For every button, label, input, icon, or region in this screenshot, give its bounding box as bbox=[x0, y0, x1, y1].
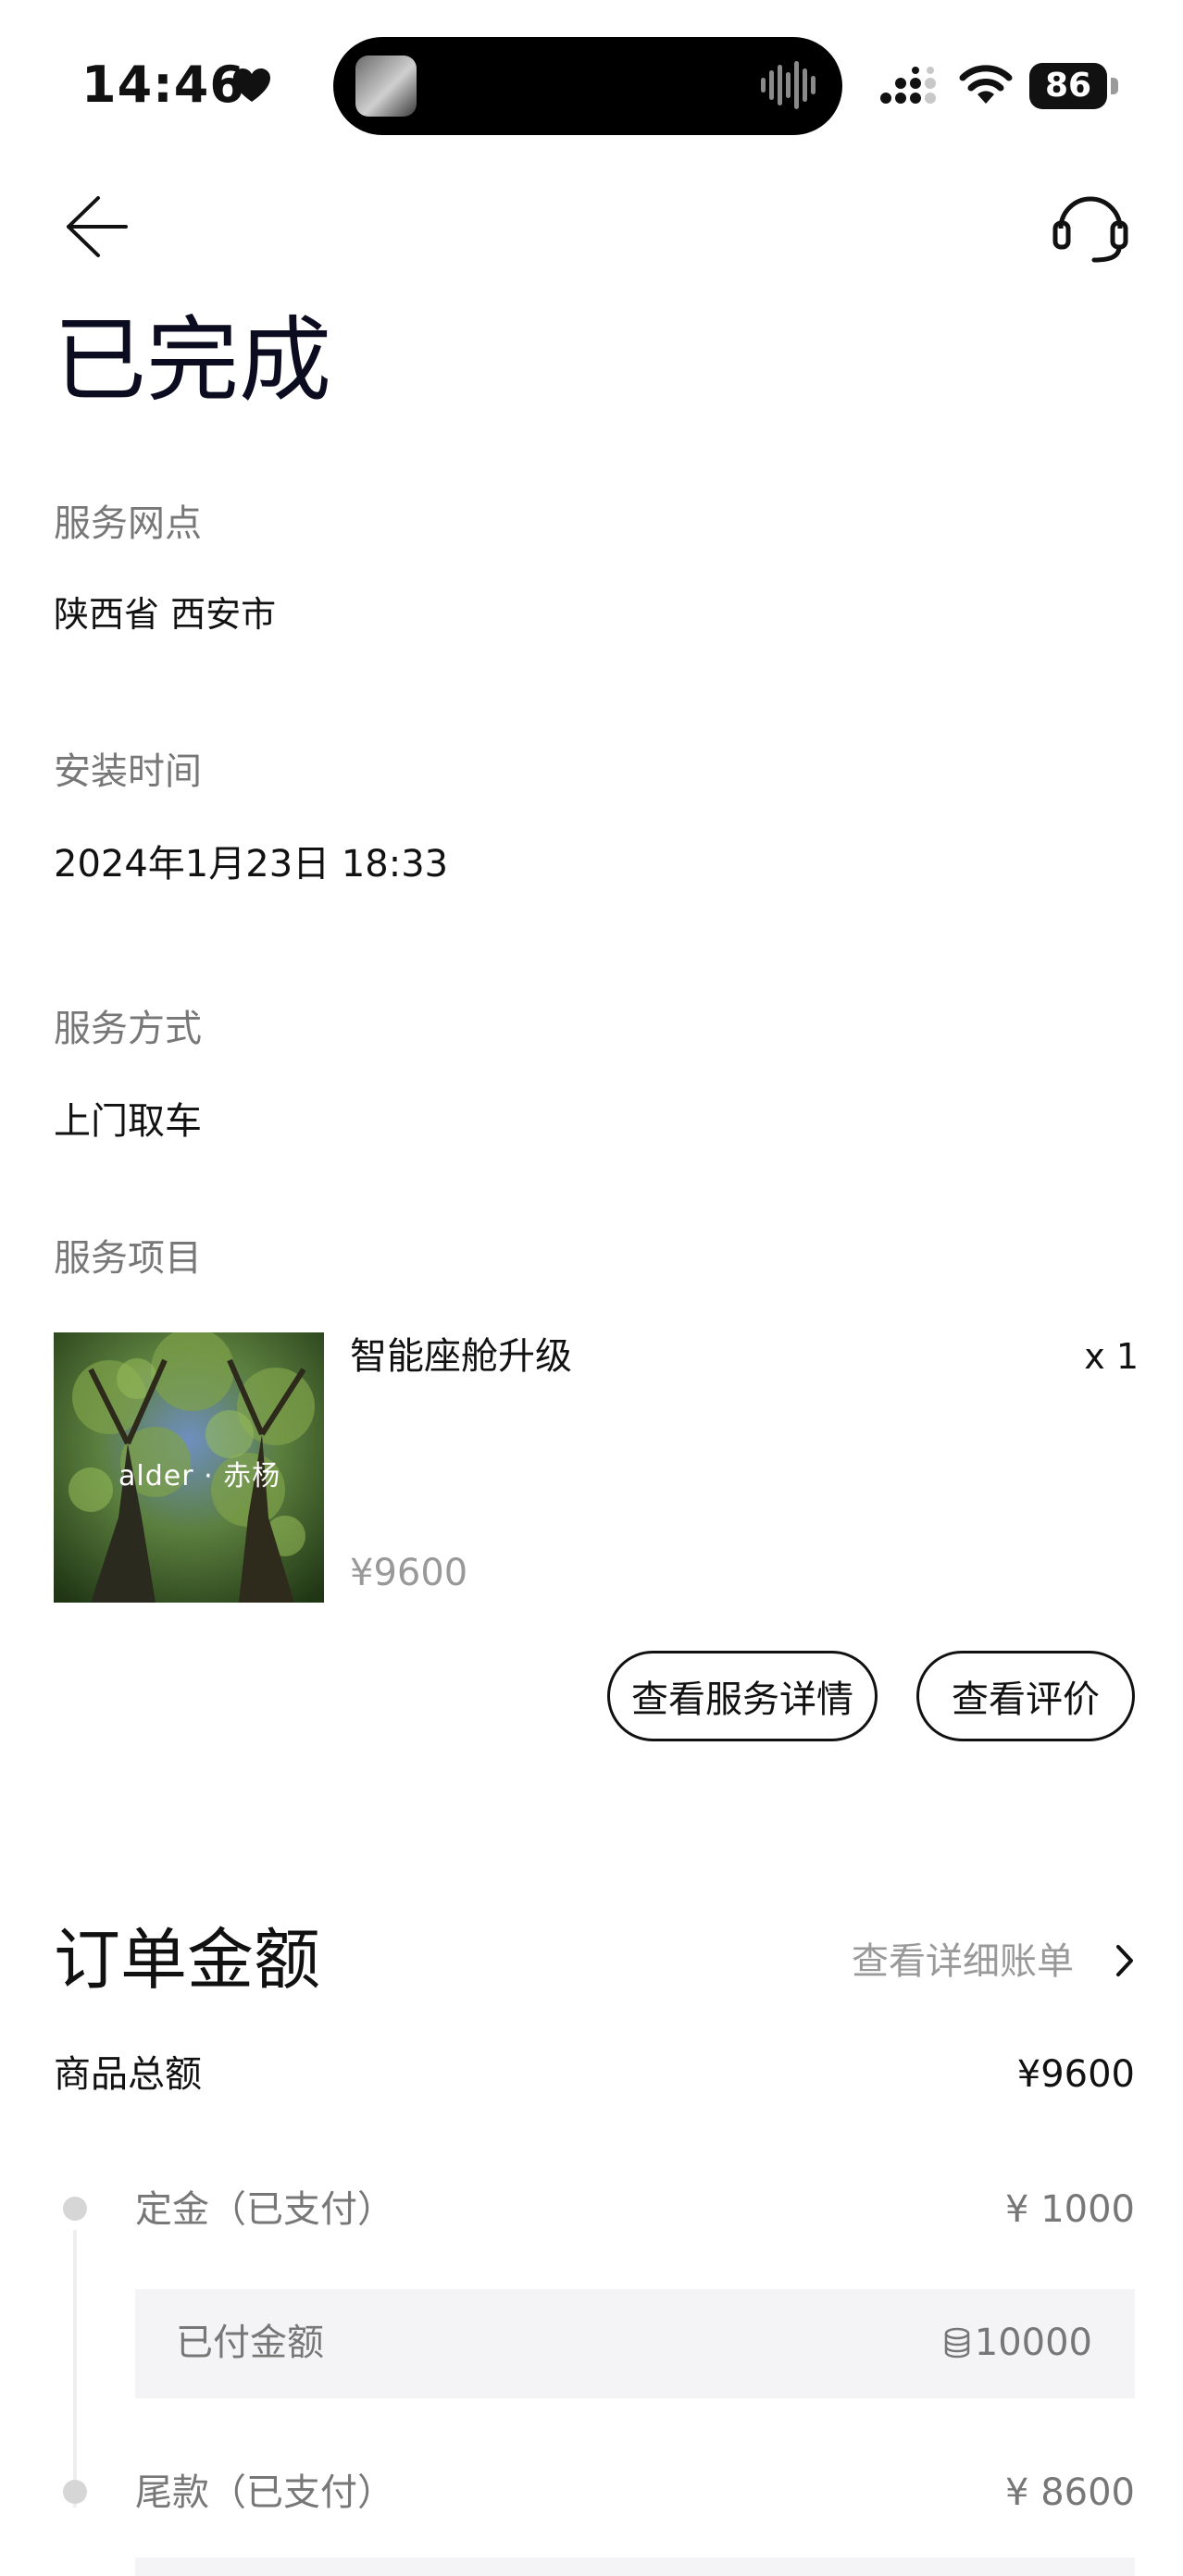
install-time-label: 安装时间 bbox=[54, 750, 202, 793]
goods-total-label: 商品总额 bbox=[54, 2053, 202, 2096]
coin-stack-icon bbox=[944, 2327, 969, 2359]
install-time-value: 2024年1月23日 18:33 bbox=[54, 843, 449, 886]
final-payment-detail-box bbox=[135, 2557, 1135, 2576]
headset-support-icon[interactable] bbox=[1046, 180, 1134, 268]
battery-level: 86 bbox=[1029, 63, 1107, 109]
chevron-right-icon[interactable] bbox=[1111, 1936, 1139, 1986]
service-items-label: 服务项目 bbox=[54, 1237, 202, 1280]
audio-wave-icon bbox=[761, 61, 816, 109]
wifi-icon bbox=[959, 65, 1013, 104]
page-title: 已完成 bbox=[54, 306, 331, 415]
service-item-image[interactable]: alder · 赤杨 bbox=[54, 1332, 324, 1603]
order-amount-title: 订单金额 bbox=[54, 1921, 321, 1999]
view-review-button[interactable]: 查看评价 bbox=[916, 1651, 1135, 1741]
view-bill-link[interactable]: 查看详细账单 bbox=[852, 1936, 1074, 1988]
service-item-price: ¥9600 bbox=[350, 1552, 468, 1594]
paid-amount-label: 已付金额 bbox=[176, 2322, 324, 2364]
deposit-label: 定金（已支付） bbox=[135, 2188, 394, 2231]
final-payment-value: ¥ 8600 bbox=[1005, 2471, 1135, 2514]
now-playing-thumbnail[interactable] bbox=[355, 56, 417, 117]
service-method-label: 服务方式 bbox=[54, 1008, 202, 1050]
service-item-quantity: x 1 bbox=[1084, 1336, 1139, 1377]
battery-icon: 86 bbox=[1029, 63, 1118, 109]
service-outlet-value: 陕西省 西安市 bbox=[54, 594, 277, 635]
service-method-value: 上门取车 bbox=[54, 1100, 202, 1143]
timeline-dot bbox=[63, 2480, 87, 2504]
timeline-dot bbox=[63, 2197, 87, 2221]
back-arrow-icon[interactable] bbox=[56, 185, 139, 268]
paid-amount-value-wrap: 10000 bbox=[943, 2317, 1092, 2369]
status-time: 14:46 bbox=[81, 56, 245, 114]
paid-amount-value: 10000 bbox=[974, 2322, 1092, 2364]
goods-total-value: ¥9600 bbox=[1016, 2053, 1135, 2096]
paid-amount-box: 已付金额 10000 bbox=[135, 2289, 1135, 2398]
signal-icon bbox=[880, 67, 936, 104]
service-item-name: 智能座舱升级 bbox=[350, 1335, 572, 1378]
heart-icon bbox=[233, 68, 270, 102]
payment-timeline bbox=[73, 2230, 77, 2508]
view-service-detail-button[interactable]: 查看服务详情 bbox=[607, 1651, 878, 1741]
service-outlet-label: 服务网点 bbox=[54, 502, 202, 545]
final-payment-label: 尾款（已支付） bbox=[135, 2471, 394, 2514]
service-item-image-caption: alder · 赤杨 bbox=[118, 1460, 281, 1492]
deposit-value: ¥ 1000 bbox=[1005, 2188, 1135, 2231]
